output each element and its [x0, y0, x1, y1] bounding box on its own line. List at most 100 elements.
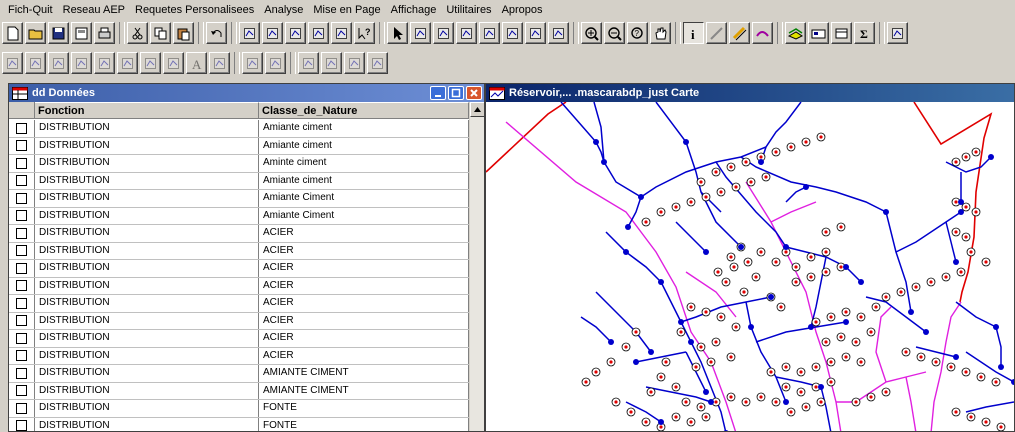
- pipe-junction[interactable]: [808, 324, 814, 330]
- cell-classe-de-nature[interactable]: Amiante Ciment: [259, 190, 469, 207]
- row-checkbox[interactable]: [16, 227, 27, 239]
- pipe-junction[interactable]: [608, 339, 614, 345]
- cell-fonction[interactable]: DISTRIBUTION: [35, 225, 259, 242]
- table-row[interactable]: DISTRIBUTION Aminte ciment: [9, 155, 469, 173]
- pipe-junction[interactable]: [953, 259, 959, 265]
- pipe-junction[interactable]: [738, 244, 744, 250]
- cell-classe-de-nature[interactable]: Amiante ciment: [259, 120, 469, 137]
- cell-classe-de-nature[interactable]: FONTE: [259, 400, 469, 417]
- new-map-button[interactable]: [262, 22, 283, 44]
- pipe-junction[interactable]: [703, 249, 709, 255]
- cell-classe-de-nature[interactable]: ACIER: [259, 242, 469, 259]
- cell-fonction[interactable]: DISTRIBUTION: [35, 365, 259, 382]
- cell-classe-de-nature[interactable]: AMIANTE CIMENT: [259, 382, 469, 399]
- menu-item-utilitaires[interactable]: Utilitaires: [441, 0, 496, 20]
- table-row[interactable]: DISTRIBUTION Amiante Ciment: [9, 190, 469, 208]
- pipe-junction[interactable]: [783, 399, 789, 405]
- map-canvas[interactable]: [486, 102, 1014, 431]
- table-row[interactable]: DISTRIBUTION ACIER: [9, 225, 469, 243]
- pipe-junction[interactable]: [958, 209, 964, 215]
- pipe-junction[interactable]: [638, 194, 644, 200]
- zoom-out-button[interactable]: [604, 22, 625, 44]
- table-row[interactable]: DISTRIBUTION Amiante Ciment: [9, 207, 469, 225]
- row-checkbox[interactable]: [16, 385, 27, 397]
- row-checkbox[interactable]: [16, 402, 27, 414]
- cell-classe-de-nature[interactable]: Amiante Ciment: [259, 207, 469, 224]
- map-titlebar[interactable]: Réservoir,... .mascarabdp_just Carte: [486, 84, 1014, 102]
- add-node-button[interactable]: [242, 52, 263, 74]
- open-folder-button[interactable]: [25, 22, 46, 44]
- new-graph-button[interactable]: [285, 22, 306, 44]
- cell-fonction[interactable]: DISTRIBUTION: [35, 417, 259, 431]
- symbol-button[interactable]: [2, 52, 23, 74]
- cell-classe-de-nature[interactable]: ACIER: [259, 277, 469, 294]
- row-checkbox[interactable]: [16, 420, 27, 431]
- change-view-button[interactable]: ?: [627, 22, 648, 44]
- row-select-cell[interactable]: [9, 120, 35, 137]
- sum-button[interactable]: Σ: [854, 22, 875, 44]
- ruler-button[interactable]: [706, 22, 727, 44]
- new-redistrict-button[interactable]: [331, 22, 352, 44]
- overflow-button[interactable]: [887, 22, 908, 44]
- row-select-cell[interactable]: [9, 260, 35, 277]
- table-titlebar[interactable]: dd Données: [9, 84, 484, 102]
- rectangle-button[interactable]: [140, 52, 161, 74]
- new-browser-button[interactable]: [239, 22, 260, 44]
- pipe-junction[interactable]: [998, 364, 1004, 370]
- cell-fonction[interactable]: DISTRIBUTION: [35, 172, 259, 189]
- print-preview-button[interactable]: [71, 22, 92, 44]
- pipe-junction[interactable]: [658, 279, 664, 285]
- row-select-cell[interactable]: [9, 417, 35, 431]
- menu-item-requetes-personalisees[interactable]: Requetes Personalisees: [130, 0, 259, 20]
- row-checkbox[interactable]: [16, 210, 27, 222]
- pipe-junction[interactable]: [818, 384, 824, 390]
- table-row[interactable]: DISTRIBUTION FONTE: [9, 417, 469, 431]
- cell-fonction[interactable]: DISTRIBUTION: [35, 120, 259, 137]
- undo-button[interactable]: [206, 22, 227, 44]
- table-row[interactable]: DISTRIBUTION ACIER: [9, 330, 469, 348]
- row-checkbox[interactable]: [16, 367, 27, 379]
- row-checkbox[interactable]: [16, 122, 27, 134]
- pipe-junction[interactable]: [953, 354, 959, 360]
- text-button[interactable]: A: [186, 52, 207, 74]
- statistics-button[interactable]: [831, 22, 852, 44]
- scroll-up-button[interactable]: [470, 102, 484, 117]
- row-select-cell[interactable]: [9, 172, 35, 189]
- pipe-junction[interactable]: [623, 249, 629, 255]
- row-checkbox[interactable]: [16, 280, 27, 292]
- cell-fonction[interactable]: DISTRIBUTION: [35, 242, 259, 259]
- graph-select-button[interactable]: [548, 22, 569, 44]
- pipe-junction[interactable]: [593, 139, 599, 145]
- pipe-junction[interactable]: [768, 294, 774, 300]
- row-select-cell[interactable]: [9, 347, 35, 364]
- pipe-junction[interactable]: [708, 399, 714, 405]
- cut-button[interactable]: [127, 22, 148, 44]
- arc-button[interactable]: [71, 52, 92, 74]
- cell-classe-de-nature[interactable]: ACIER: [259, 347, 469, 364]
- info-button[interactable]: i: [683, 22, 704, 44]
- copy-button[interactable]: [150, 22, 171, 44]
- marquee-select-button[interactable]: [410, 22, 431, 44]
- select-arrow-button[interactable]: [387, 22, 408, 44]
- menu-item-affichage[interactable]: Affichage: [386, 0, 442, 20]
- pipe-junction[interactable]: [858, 279, 864, 285]
- cell-fonction[interactable]: DISTRIBUTION: [35, 347, 259, 364]
- table-row[interactable]: DISTRIBUTION AMIANTE CIMENT: [9, 365, 469, 383]
- cell-fonction[interactable]: DISTRIBUTION: [35, 400, 259, 417]
- menu-item-reseau-aep[interactable]: Reseau AEP: [58, 0, 130, 20]
- pipe-junction[interactable]: [648, 349, 654, 355]
- menu-item-analyse[interactable]: Analyse: [259, 0, 308, 20]
- invert-select-button[interactable]: [525, 22, 546, 44]
- table-row[interactable]: DISTRIBUTION ACIER: [9, 295, 469, 313]
- pipe-junction[interactable]: [988, 154, 994, 160]
- table-row[interactable]: DISTRIBUTION AMIANTE CIMENT: [9, 382, 469, 400]
- table-row[interactable]: DISTRIBUTION ACIER: [9, 347, 469, 365]
- pipe-junction[interactable]: [883, 209, 889, 215]
- paste-button[interactable]: [173, 22, 194, 44]
- row-checkbox[interactable]: [16, 297, 27, 309]
- map-window[interactable]: Réservoir,... .mascarabdp_just Carte: [485, 83, 1015, 432]
- row-checkbox[interactable]: [16, 140, 27, 152]
- column-header-classe-de-nature[interactable]: Classe_de_Nature: [259, 102, 469, 118]
- cell-classe-de-nature[interactable]: ACIER: [259, 225, 469, 242]
- pipe-junction[interactable]: [703, 389, 709, 395]
